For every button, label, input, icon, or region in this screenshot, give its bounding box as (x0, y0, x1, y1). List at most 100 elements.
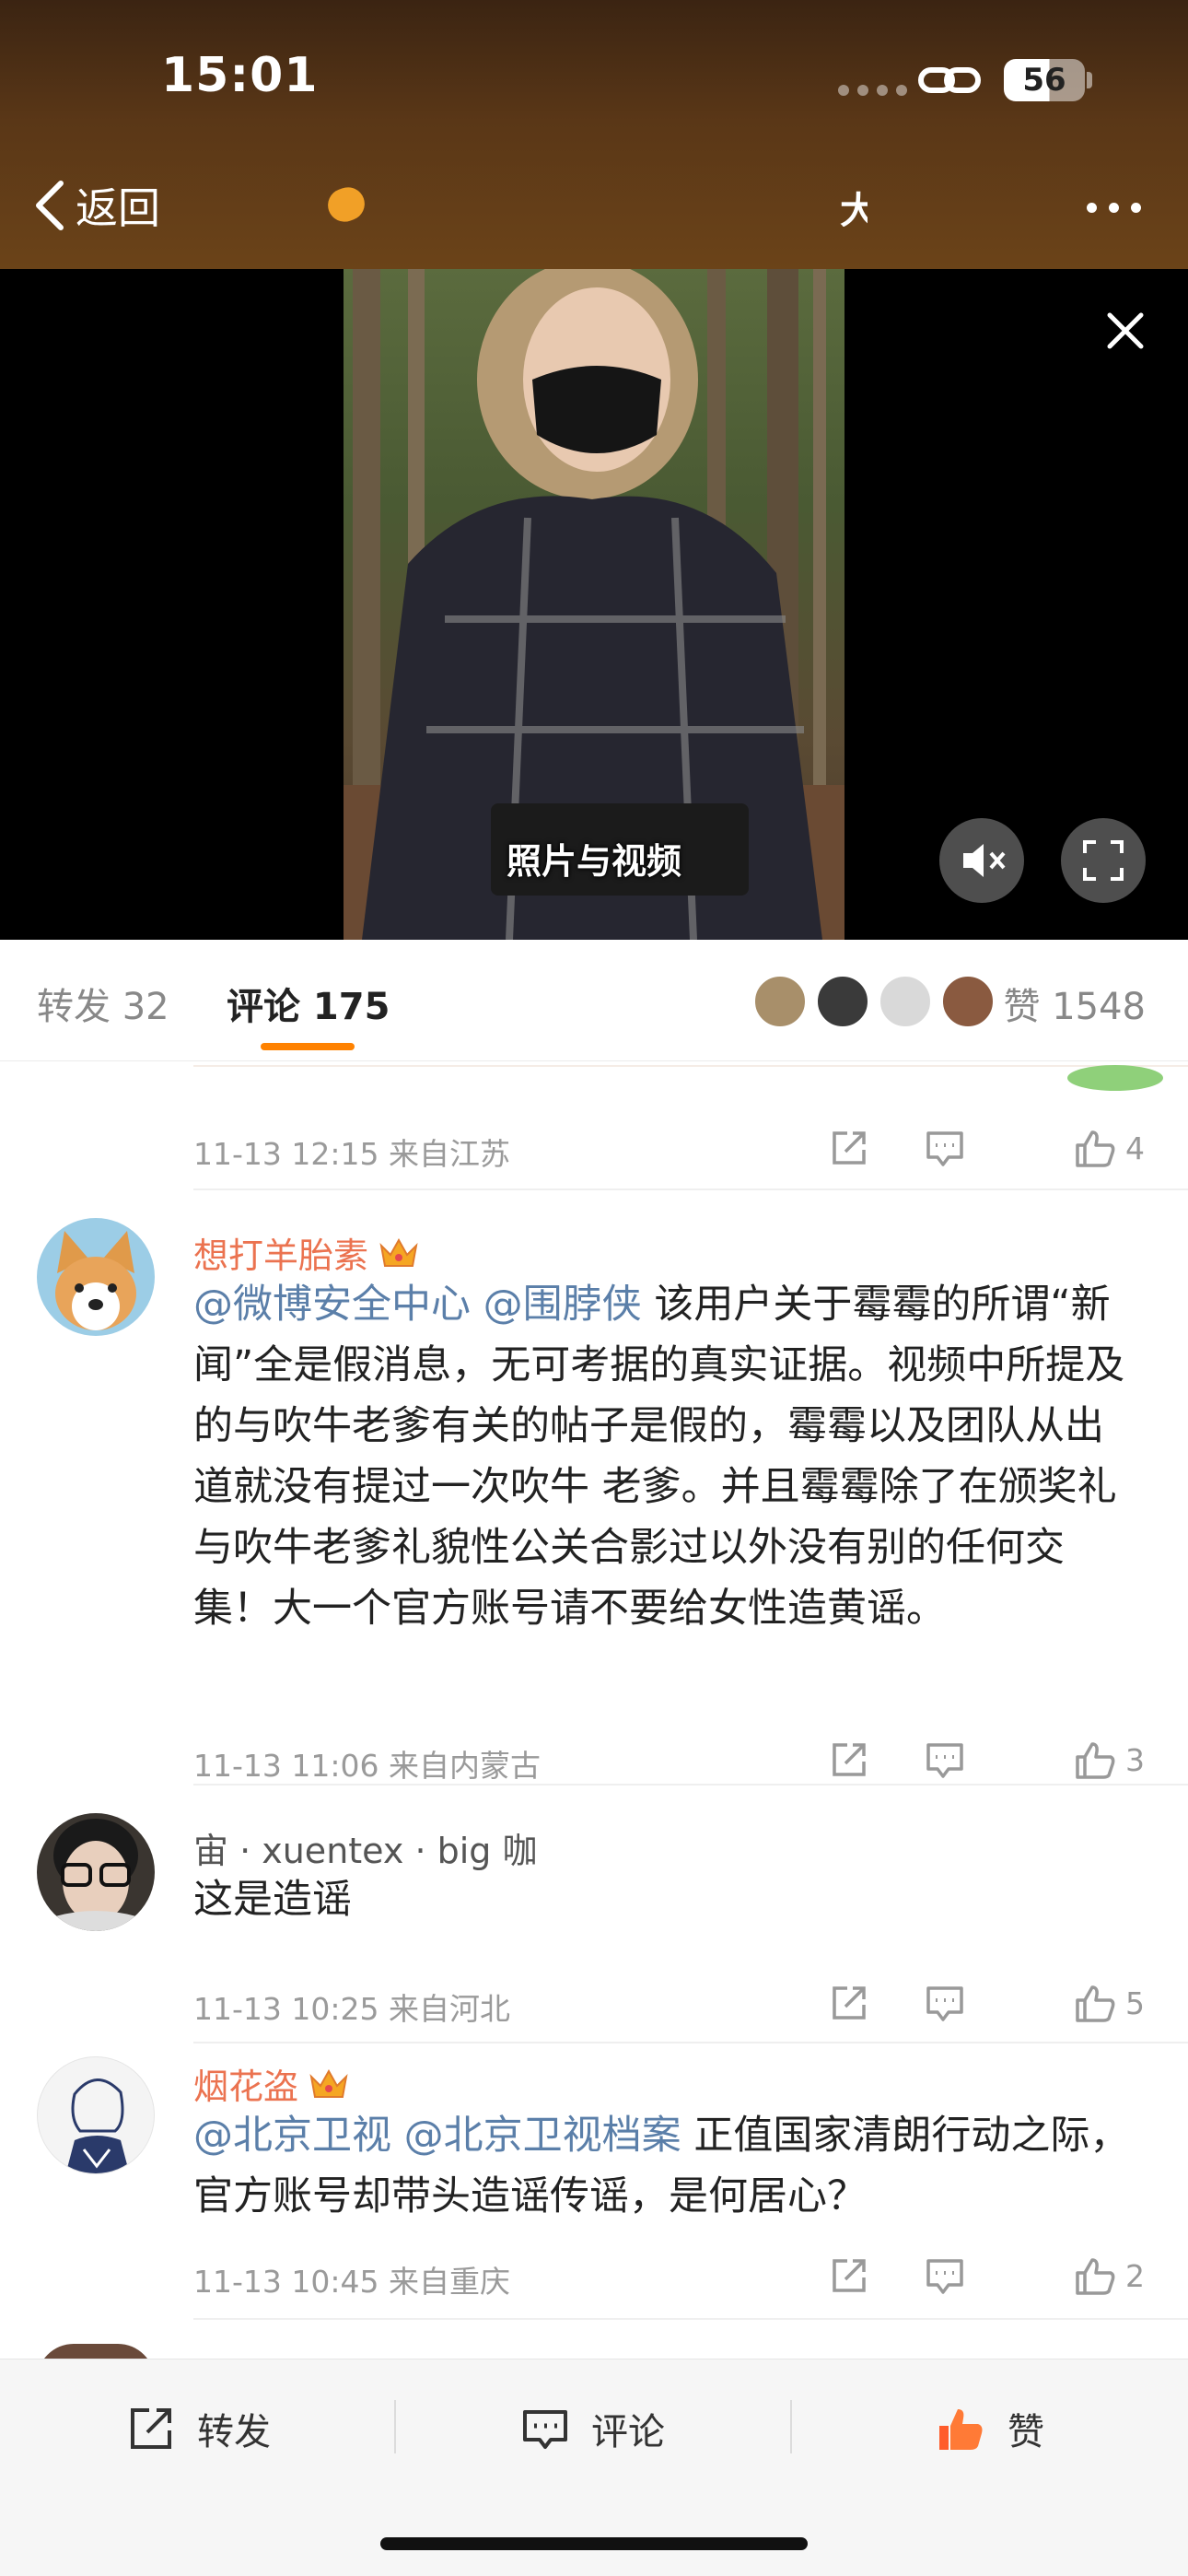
top-bar: 15:01 56 返回 大 (0, 0, 1188, 269)
comment-text: 该用户关于霉霉的所谓“新闻”全是假消息，无可考据的真实证据。视频中所提及的与吹牛… (193, 1282, 1125, 1632)
comment-username[interactable]: 宙 · xuentex · big 咖 (193, 1822, 538, 1873)
share-icon (833, 1743, 866, 1776)
video-frame[interactable]: 照片与视频 (344, 269, 844, 940)
back-button[interactable]: 返回 (29, 175, 160, 236)
repost-label: 转发 (197, 2411, 271, 2453)
comment-username[interactable]: 想打羊胎素 (193, 1227, 420, 1278)
comment-list[interactable]: 11-13 12:15 来自江苏 4 想打羊胎素 @微博安全中心 @围脖侠 该用… (0, 1061, 1188, 2359)
comment-divider (193, 2042, 1188, 2043)
vip-crown-icon (379, 1237, 418, 1267)
share-icon (833, 2259, 866, 2292)
comment-body: @微博安全中心 @围脖侠 该用户关于霉霉的所谓“新闻”全是假消息，无可考据的真实… (193, 1274, 1136, 1639)
mention-link[interactable]: @围脖侠 (483, 1282, 642, 1328)
thumbs-up-icon (939, 2409, 983, 2450)
vip-crown-icon (309, 2068, 348, 2098)
thumbs-up-icon (1076, 1742, 1115, 1779)
reply-button[interactable] (925, 1736, 965, 1784)
avatar[interactable] (37, 1218, 155, 1336)
comment-icon (523, 2410, 567, 2449)
repost-icon (131, 2408, 171, 2449)
sketch-avatar-image (65, 2078, 130, 2173)
video-player[interactable]: 照片与视频 (0, 269, 1188, 940)
comment-label: 评论 (591, 2411, 665, 2453)
comment-body: 这是造谣 (193, 1869, 1136, 1930)
battery-tip (1087, 72, 1092, 88)
like-button[interactable]: 赞 (936, 2396, 1044, 2461)
avatar (879, 975, 932, 1028)
more-options-icon[interactable] (1087, 203, 1141, 213)
comment-body: @北京卫视 @北京卫视档案 正值国家清朗行动之际，官方账号却带头造谣传谣，是何居… (193, 2105, 1136, 2227)
cellular-signal-icon (838, 85, 907, 96)
peek-divider (193, 1065, 1188, 1067)
battery-icon: 56 (1004, 59, 1085, 101)
share-button[interactable] (829, 1979, 869, 2027)
like-label: 赞 (1007, 2411, 1044, 2453)
lotus-leaf-icon (1067, 1065, 1163, 1091)
speaker-muted-icon (963, 844, 1006, 877)
comment-time-location: 11-13 12:15 来自江苏 (193, 1136, 510, 1172)
tab-bar: 转发 32 评论 175 赞 1548 (0, 940, 1188, 1061)
tab-comments[interactable]: 评论 175 (227, 977, 390, 1030)
liker-avatars[interactable] (753, 975, 995, 1028)
avatar (753, 975, 807, 1028)
username-text: 宙 · xuentex · big 咖 (193, 1831, 538, 1871)
comment-icon (926, 1131, 963, 1166)
comment-meta: 11-13 10:45 来自重庆 2 (193, 2250, 1160, 2305)
separator (790, 2400, 792, 2453)
comment-text: 这是造谣 (193, 1877, 352, 1923)
avatar (816, 975, 869, 1028)
comment-username[interactable]: 烟花盗 (193, 2058, 350, 2109)
separator (394, 2400, 396, 2453)
username-text: 想打羊胎素 (193, 1235, 369, 1276)
comment-button[interactable]: 评论 (521, 2396, 665, 2461)
tab-likes[interactable]: 赞 1548 (1003, 977, 1146, 1030)
thumbs-up-icon (1076, 1985, 1115, 2022)
mention-link[interactable]: @微博安全中心 (193, 1282, 471, 1328)
comment-icon (926, 1986, 963, 2021)
comment-icon (926, 1743, 963, 1778)
fullscreen-icon (1083, 840, 1124, 881)
fullscreen-button[interactable] (1061, 818, 1146, 903)
share-icon (833, 1131, 866, 1165)
reply-button[interactable] (925, 1979, 965, 2027)
repost-button[interactable]: 转发 (127, 2396, 271, 2461)
avatar[interactable] (37, 2056, 155, 2174)
portrait-avatar-image (37, 1819, 155, 1931)
mention-link[interactable]: @北京卫视 (193, 2113, 391, 2159)
active-tab-indicator (261, 1043, 355, 1050)
like-button[interactable]: 4 (1074, 1124, 1160, 1172)
comment-time-location: 11-13 10:45 来自重庆 (193, 2264, 510, 2300)
thumbs-up-icon (1076, 2258, 1115, 2295)
share-button[interactable] (829, 2252, 869, 2300)
close-icon[interactable] (1102, 308, 1148, 354)
mention-link[interactable]: @北京卫视档案 (404, 2113, 681, 2159)
comment-meta: 11-13 11:06 来自内蒙古 3 (193, 1734, 1160, 1789)
comment-time-location: 11-13 11:06 来自内蒙古 (193, 1748, 541, 1784)
share-button[interactable] (829, 1124, 869, 1172)
reply-button[interactable] (925, 2252, 965, 2300)
tab-repost[interactable]: 转发 32 (37, 977, 169, 1030)
reply-button[interactable] (925, 1124, 965, 1172)
like-button[interactable]: 5 (1074, 1979, 1160, 2027)
share-icon (833, 1986, 866, 2020)
video-caption: 照片与视频 (506, 841, 681, 882)
comment-divider (193, 1188, 1188, 1190)
back-label: 返回 (76, 183, 160, 233)
link-icon (918, 67, 981, 93)
home-indicator[interactable] (380, 2537, 808, 2550)
like-button[interactable]: 2 (1074, 2252, 1160, 2300)
like-count: 3 (1125, 1741, 1145, 1778)
thumbs-up-icon (1076, 1130, 1115, 1167)
avatar[interactable] (37, 2344, 155, 2359)
share-button[interactable] (829, 1736, 869, 1784)
comment-icon (926, 2259, 963, 2294)
corgi-avatar-image (55, 1231, 136, 1330)
like-count: 2 (1125, 2257, 1145, 2294)
avatar[interactable] (37, 1813, 155, 1931)
comment-meta: 11-13 12:15 来自江苏 4 (193, 1122, 1160, 1177)
mute-button[interactable] (939, 818, 1024, 903)
nav-title-fragment: 大 (840, 190, 868, 227)
comment-divider (193, 2318, 1188, 2320)
status-time: 15:01 (161, 48, 319, 103)
like-button[interactable]: 3 (1074, 1736, 1160, 1784)
